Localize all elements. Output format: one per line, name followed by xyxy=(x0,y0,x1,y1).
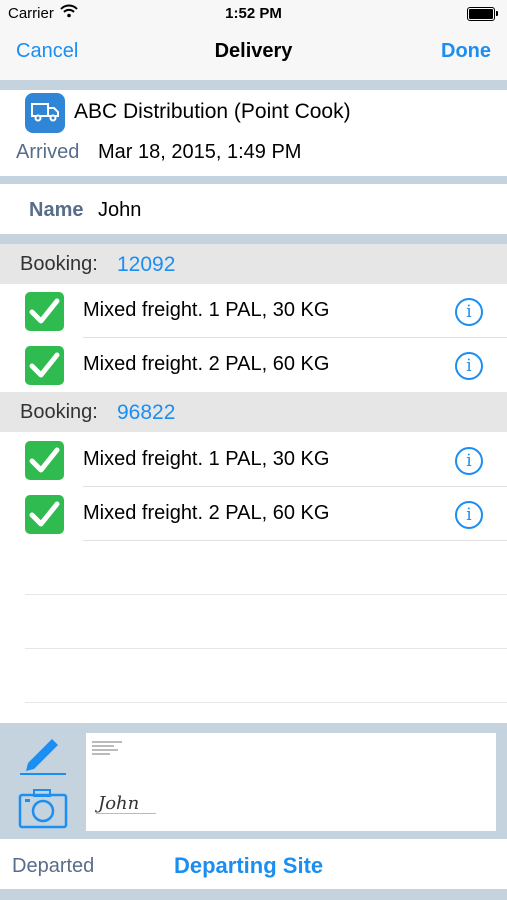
arrived-label: Arrived xyxy=(16,141,80,163)
section-separator xyxy=(0,176,507,184)
booking-header: Booking: 96822 xyxy=(0,392,507,432)
checkmark-icon[interactable] xyxy=(25,346,64,385)
arrived-time[interactable]: Mar 18, 2015, 1:49 PM xyxy=(98,141,301,164)
freight-item[interactable]: Mixed freight. 2 PAL, 60 KG i xyxy=(0,487,507,541)
battery-icon xyxy=(467,7,498,21)
freight-item[interactable]: Mixed freight. 1 PAL, 30 KG i xyxy=(0,284,507,338)
freight-description: Mixed freight. 2 PAL, 60 KG xyxy=(83,502,330,524)
name-value[interactable]: John xyxy=(98,199,141,222)
site-section: ABC Distribution (Point Cook) Arrived Ma… xyxy=(0,90,507,176)
bottom-band xyxy=(0,889,507,900)
booking-number-link[interactable]: 96822 xyxy=(117,401,175,425)
section-separator xyxy=(0,80,507,90)
empty-row-divider xyxy=(25,702,507,703)
info-icon[interactable]: i xyxy=(455,298,483,326)
freight-item[interactable]: Mixed freight. 2 PAL, 60 KG i xyxy=(0,338,507,392)
freight-description: Mixed freight. 2 PAL, 60 KG xyxy=(83,353,330,375)
booking-label: Booking: xyxy=(20,253,98,275)
name-field[interactable]: Name John xyxy=(0,184,507,234)
pencil-icon[interactable] xyxy=(18,735,68,775)
booking-header: Booking: 12092 xyxy=(0,244,507,284)
doc-text-line xyxy=(92,753,110,755)
doc-text-line xyxy=(92,741,122,743)
row-divider xyxy=(83,540,507,541)
booking-number-link[interactable]: 12092 xyxy=(117,253,175,277)
section-separator xyxy=(0,234,507,244)
empty-row-divider xyxy=(25,594,507,595)
doc-text-line xyxy=(92,745,114,747)
departing-site-button[interactable]: Departing Site xyxy=(174,853,323,879)
done-button[interactable]: Done xyxy=(441,40,491,63)
info-icon[interactable]: i xyxy=(455,447,483,475)
doc-text-line xyxy=(92,749,118,751)
footer-bar: Departed Departing Site xyxy=(0,839,507,889)
page-title: Delivery xyxy=(214,40,293,62)
freight-description: Mixed freight. 1 PAL, 30 KG xyxy=(83,448,330,470)
status-time: 1:52 PM xyxy=(225,5,282,22)
empty-row-divider xyxy=(25,648,507,649)
signature-thumbnail[interactable]: John xyxy=(86,733,496,831)
truck-icon xyxy=(25,93,65,133)
freight-item[interactable]: Mixed freight. 1 PAL, 30 KG i xyxy=(0,433,507,487)
departed-label: Departed xyxy=(12,855,95,877)
checkmark-icon[interactable] xyxy=(25,441,64,480)
info-icon[interactable]: i xyxy=(455,501,483,529)
name-label: Name xyxy=(29,199,84,221)
camera-icon[interactable] xyxy=(18,787,68,829)
info-icon[interactable]: i xyxy=(455,352,483,380)
site-name[interactable]: ABC Distribution (Point Cook) xyxy=(74,100,351,124)
status-bar: Carrier 1:52 PM xyxy=(0,0,507,28)
navigation-bar: Cancel Delivery Done xyxy=(0,28,507,80)
booking-label: Booking: xyxy=(20,401,98,423)
freight-description: Mixed freight. 1 PAL, 30 KG xyxy=(83,299,330,321)
signature-image: John xyxy=(98,793,140,814)
attachments-panel: John xyxy=(0,723,507,839)
signature-line xyxy=(96,813,156,814)
checkmark-icon[interactable] xyxy=(25,292,64,331)
checkmark-icon[interactable] xyxy=(25,495,64,534)
